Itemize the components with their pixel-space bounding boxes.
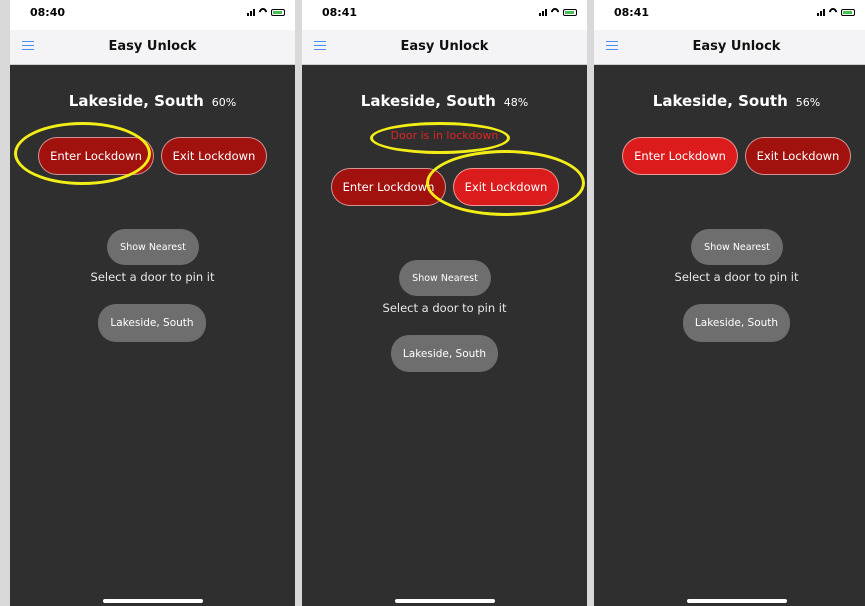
app-title: Easy Unlock [692,39,781,54]
wifi-icon [258,8,268,16]
status-bar: 08:41 [302,0,587,30]
pin-hint: Select a door to pin it [382,301,507,315]
show-nearest-button[interactable]: Show Nearest [107,229,199,265]
app-title: Easy Unlock [400,39,489,54]
door-header: Lakeside, South 60% [10,91,295,110]
door-name: Lakeside, South [68,92,204,110]
battery-percentage: 48% [503,96,529,109]
status-bar: 08:41 [594,0,865,30]
enter-lockdown-button[interactable]: Enter Lockdown [38,137,154,175]
pin-hint: Select a door to pin it [674,270,799,284]
app-title: Easy Unlock [108,39,197,54]
lockdown-status-text: Door is in lockdown [390,129,499,142]
home-indicator [394,599,495,603]
home-indicator [102,599,203,603]
exit-lockdown-button[interactable]: Exit Lockdown [453,168,559,206]
enter-lockdown-button[interactable]: Enter Lockdown [622,137,738,175]
battery-icon [271,8,285,16]
battery-icon [563,8,577,16]
show-nearest-button[interactable]: Show Nearest [691,229,783,265]
door-header: Lakeside, South 48% [302,91,587,110]
pinned-door-button[interactable]: Lakeside, South [683,304,790,342]
door-name: Lakeside, South [360,92,496,110]
main-screen: Lakeside, South 48% Door is in lockdown E… [302,65,587,606]
status-bar: 08:40 [10,0,295,30]
phone-screenshot-3: 08:41 Easy Unlock Lakeside, South 56% Ent… [594,0,865,606]
battery-icon [841,8,855,16]
status-time: 08:41 [322,6,358,19]
signal-icon [539,8,547,16]
status-time: 08:41 [614,6,650,19]
door-name: Lakeside, South [652,92,788,110]
signal-icon [817,8,825,16]
signal-icon [247,8,255,16]
nav-bar: Easy Unlock [302,30,587,65]
wifi-icon [828,8,838,16]
battery-percentage: 60% [211,96,237,109]
phone-screenshot-1: 08:40 Easy Unlock Lakeside, South 60% Ent… [10,0,295,606]
enter-lockdown-button[interactable]: Enter Lockdown [331,168,446,206]
main-screen: Lakeside, South 56% Enter Lockdown Exit L… [594,65,865,606]
phone-screenshot-2: 08:41 Easy Unlock Lakeside, South 48% Doo… [302,0,587,606]
exit-lockdown-button[interactable]: Exit Lockdown [161,137,267,175]
main-screen: Lakeside, South 60% Enter Lockdown Exit L… [10,65,295,606]
nav-bar: Easy Unlock [10,30,295,65]
home-indicator [686,599,787,603]
pinned-door-button[interactable]: Lakeside, South [391,335,498,372]
pin-hint: Select a door to pin it [90,270,215,284]
nav-bar: Easy Unlock [594,30,865,65]
wifi-icon [550,8,560,16]
status-time: 08:40 [30,6,66,19]
door-header: Lakeside, South 56% [594,91,865,110]
pinned-door-button[interactable]: Lakeside, South [98,304,206,342]
battery-percentage: 56% [795,96,821,109]
exit-lockdown-button[interactable]: Exit Lockdown [745,137,851,175]
show-nearest-button[interactable]: Show Nearest [399,260,491,296]
